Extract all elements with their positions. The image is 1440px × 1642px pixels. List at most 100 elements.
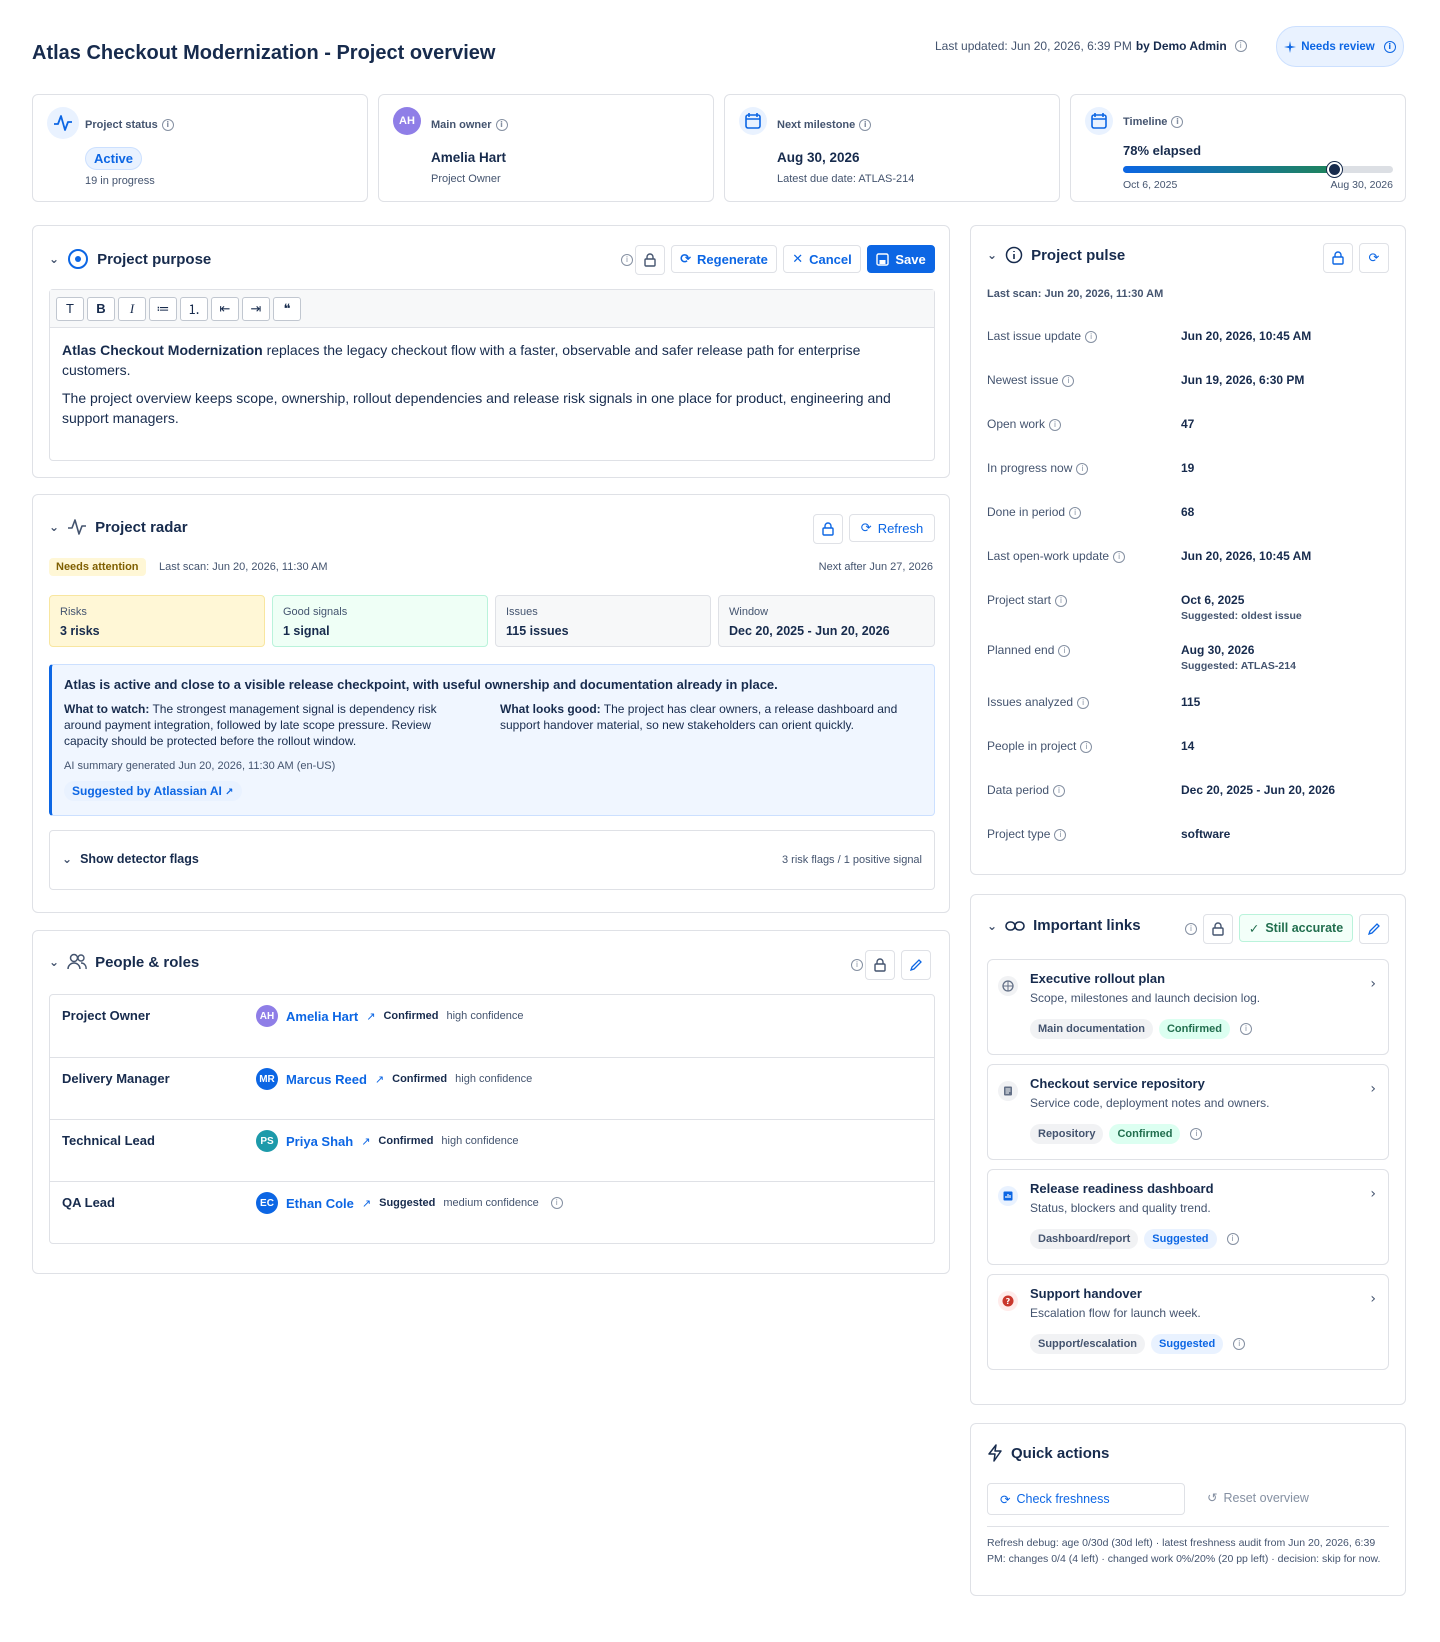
info-icon[interactable]: i [161, 119, 174, 132]
outdent-icon[interactable]: ⇤ [211, 296, 239, 321]
numbered-list-icon[interactable]: ⒈ [180, 296, 208, 321]
info-icon[interactable]: i [1053, 784, 1066, 797]
pulse-value: Jun 20, 2026, 10:45 AM [1181, 329, 1312, 343]
bullet-list-icon[interactable]: ≔ [149, 296, 177, 321]
info-icon[interactable]: i [1171, 116, 1184, 129]
link-card[interactable]: ? Support handover Escalation flow for lau… [987, 1274, 1389, 1370]
chevron-down-icon[interactable]: ⌄ [49, 955, 59, 969]
link-card[interactable]: Executive rollout plan Scope, milestones … [987, 959, 1389, 1055]
what-to-watch-label: What to watch: [64, 702, 150, 716]
indent-icon[interactable]: ⇥ [242, 296, 270, 321]
suggested-by-ai-link[interactable]: Suggested by Atlassian AI ↗ [64, 781, 242, 801]
milestone-date: Aug 30, 2026 [777, 150, 860, 165]
save-button[interactable]: Save [867, 245, 935, 273]
refresh-button[interactable]: ⟳ Refresh [849, 514, 935, 542]
info-icon[interactable]: i [1383, 40, 1396, 53]
lock-button[interactable] [865, 950, 895, 980]
purpose-project-name: Atlas Checkout Modernization [62, 342, 263, 358]
rich-text-editor[interactable]: T B I ≔ ⒈ ⇤ ⇥ ❝ Atlas Checkout Modernization re… [49, 289, 935, 461]
info-icon[interactable]: i [1049, 418, 1062, 431]
edit-button[interactable] [901, 950, 931, 980]
radar-last-scan: Last scan: Jun 20, 2026, 11:30 AM [159, 561, 328, 573]
chevron-down-icon[interactable]: ⌄ [49, 520, 59, 534]
role-confidence: high confidence [446, 1010, 524, 1022]
svg-text:?: ? [1006, 1297, 1011, 1306]
refresh-icon: ⟳ [860, 520, 872, 536]
info-icon[interactable]: i [1069, 506, 1082, 519]
bold-icon[interactable]: B [87, 296, 115, 321]
info-icon[interactable]: i [1077, 696, 1090, 709]
cancel-button[interactable]: ✕ Cancel [783, 245, 861, 273]
person-link[interactable]: Priya Shah [286, 1134, 353, 1149]
links-list: Executive rollout plan Scope, milestones … [971, 895, 1405, 1404]
info-icon[interactable]: i [1080, 740, 1093, 753]
timeline-marker[interactable] [1326, 162, 1342, 177]
chevron-right-icon: › [1370, 1081, 1376, 1097]
metric-window[interactable]: Window Dec 20, 2025 - Jun 20, 2026 [718, 595, 935, 647]
role-row: Technical Lead PS Priya Shah ↗ Confirmed high… [50, 1119, 934, 1181]
pulse-key: In progress now [987, 461, 1073, 475]
role-status: Confirmed [383, 1010, 439, 1022]
timeline-elapsed: 78% elapsed [1123, 143, 1202, 158]
metric-good-signals[interactable]: Good signals 1 signal [272, 595, 488, 647]
ai-summary-headline: Atlas is active and close to a visible r… [64, 677, 778, 692]
metric-value: Dec 20, 2025 - Jun 20, 2026 [729, 624, 890, 638]
external-link-icon[interactable]: ↗ [361, 1135, 370, 1148]
last-updated: Last updated: Jun 20, 2026, 6:39 PM by D… [935, 39, 1247, 53]
chevron-down-icon[interactable]: ⌄ [49, 252, 59, 266]
person-link[interactable]: Marcus Reed [286, 1072, 367, 1087]
quote-icon[interactable]: ❝ [273, 296, 301, 321]
metric-value: 115 issues [506, 624, 569, 638]
info-icon[interactable]: i [851, 959, 863, 971]
link-status-tag: Confirmed [1158, 1019, 1230, 1039]
info-icon[interactable]: i [1113, 550, 1126, 563]
external-link-icon[interactable]: ↗ [375, 1073, 384, 1086]
reset-overview-button[interactable]: ↺ Reset overview [1207, 1490, 1309, 1505]
check-freshness-button[interactable]: ⟳ Check freshness [987, 1483, 1185, 1515]
info-icon[interactable]: i [1233, 1338, 1246, 1350]
link-card[interactable]: Checkout service repository Service code,… [987, 1064, 1389, 1160]
info-icon[interactable]: i [1085, 330, 1098, 343]
activity-icon [68, 519, 87, 535]
lock-button[interactable] [813, 514, 843, 544]
info-icon[interactable]: i [1054, 828, 1067, 841]
owner-card-label: Main owner [431, 119, 492, 131]
avatar: MR [256, 1068, 278, 1090]
metric-issues[interactable]: Issues 115 issues [495, 595, 711, 647]
info-icon[interactable]: i [859, 119, 872, 132]
editor-content[interactable]: Atlas Checkout Modernization replaces th… [50, 328, 934, 440]
person-link[interactable]: Ethan Cole [286, 1196, 354, 1211]
pulse-key: Done in period [987, 505, 1066, 519]
role-status: Suggested [379, 1197, 436, 1209]
lock-button[interactable] [635, 245, 665, 275]
metric-label: Good signals [283, 606, 348, 618]
external-link-icon[interactable]: ↗ [362, 1197, 371, 1210]
info-icon[interactable]: i [550, 1197, 563, 1209]
timeline-end: Aug 30, 2026 [1330, 179, 1393, 191]
info-icon[interactable]: i [1239, 1023, 1252, 1035]
info-icon[interactable]: i [1076, 462, 1089, 475]
regenerate-button[interactable]: ⟳ Regenerate [671, 245, 777, 273]
italic-icon[interactable]: I [118, 296, 146, 321]
info-icon[interactable]: i [495, 119, 508, 132]
check-freshness-label: Check freshness [1016, 1492, 1110, 1506]
info-icon[interactable]: i [1190, 1128, 1203, 1140]
text-style-icon[interactable]: T [56, 296, 84, 321]
detector-flags-toggle[interactable]: ⌄ Show detector flags 3 risk flags / 1 p… [49, 830, 935, 890]
ai-generated-note: AI summary generated Jun 20, 2026, 11:30… [64, 760, 336, 772]
pulse-value: Jun 19, 2026, 6:30 PM [1181, 373, 1305, 387]
needs-review-button[interactable]: Needs review i [1276, 26, 1404, 67]
info-icon[interactable]: i [1062, 374, 1075, 387]
pulse-key: Project start [987, 593, 1052, 607]
link-card[interactable]: Release readiness dashboard Status, block… [987, 1169, 1389, 1265]
person-link[interactable]: Amelia Hart [286, 1009, 358, 1024]
metric-risks[interactable]: Risks 3 risks [49, 595, 265, 647]
info-icon[interactable]: i [1226, 1233, 1239, 1245]
info-icon[interactable]: i [1058, 644, 1071, 657]
info-icon[interactable]: i [621, 254, 633, 266]
pulse-key: People in project [987, 739, 1077, 753]
pulse-value: 47 [1181, 417, 1195, 431]
external-link-icon[interactable]: ↗ [366, 1010, 375, 1023]
info-icon[interactable]: i [1234, 40, 1247, 52]
info-icon[interactable]: i [1055, 594, 1068, 607]
